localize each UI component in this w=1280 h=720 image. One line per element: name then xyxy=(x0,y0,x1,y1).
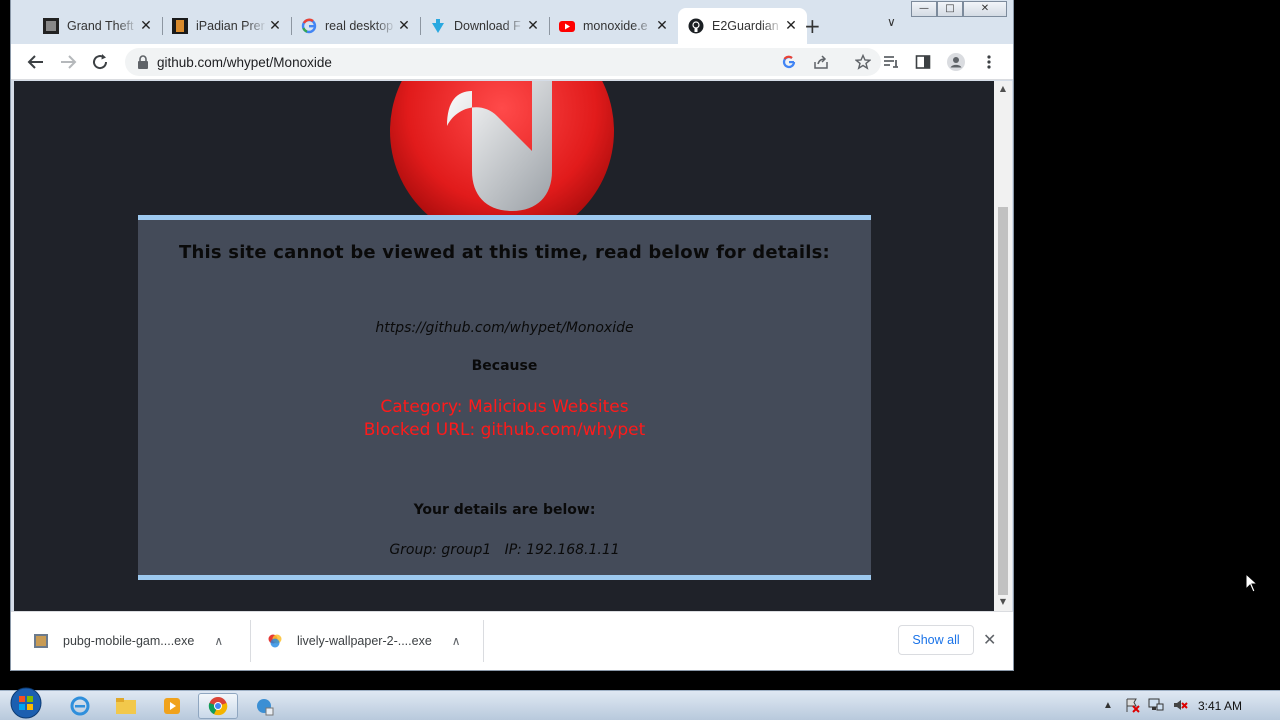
lock-icon[interactable] xyxy=(137,55,149,74)
url-text[interactable]: github.com/whypet/Monoxide xyxy=(157,55,332,70)
show-hidden-icons-icon[interactable]: ▲ xyxy=(1100,697,1116,713)
tab-ipadian[interactable]: iPadian Prer ✕ xyxy=(162,8,291,44)
maximize-button[interactable]: □ xyxy=(937,1,963,17)
block-category: Category: Malicious Websites xyxy=(380,397,629,417)
tab-title: Grand Theft xyxy=(67,19,134,33)
vertical-scrollbar[interactable]: ▲ ▼ xyxy=(994,81,1012,611)
start-button[interactable] xyxy=(4,687,48,719)
forward-button[interactable] xyxy=(56,50,80,74)
download-divider xyxy=(250,620,251,662)
tab-close-icon[interactable]: ✕ xyxy=(267,18,283,34)
bookmark-star-icon[interactable] xyxy=(851,50,875,74)
youtube-favicon-icon xyxy=(559,18,575,34)
download-item-lively[interactable]: lively-wallpaper-2-....exe ∧ xyxy=(267,612,461,670)
tab-download[interactable]: Download F ✕ xyxy=(420,8,549,44)
close-window-button[interactable]: ✕ xyxy=(963,1,1007,17)
download-filename: lively-wallpaper-2-....exe xyxy=(297,634,432,648)
share-icon[interactable] xyxy=(809,50,833,74)
block-reason-url: Blocked URL: github.com/whypet xyxy=(363,420,646,440)
back-button[interactable] xyxy=(24,50,48,74)
gta-favicon-icon xyxy=(43,18,59,34)
tab-close-icon[interactable]: ✕ xyxy=(525,18,541,34)
minimize-button[interactable]: — xyxy=(911,1,937,17)
google-favicon-icon xyxy=(301,18,317,34)
lively-file-icon xyxy=(267,633,283,649)
download-divider xyxy=(483,620,484,662)
details-heading: Your details are below: xyxy=(413,502,596,518)
tab-close-icon[interactable]: ✕ xyxy=(783,18,799,34)
menu-kebab-icon[interactable] xyxy=(977,50,1001,74)
github-favicon-icon xyxy=(688,18,704,34)
tab-close-icon[interactable]: ✕ xyxy=(654,18,670,34)
scrollbar-thumb[interactable] xyxy=(998,207,1008,595)
network-status-icon[interactable] xyxy=(1148,697,1164,713)
tab-monoxide[interactable]: monoxide.e ✕ xyxy=(549,8,678,44)
action-center-flag-icon[interactable] xyxy=(1124,697,1140,713)
tab-close-icon[interactable]: ✕ xyxy=(396,18,412,34)
page-content: This site cannot be viewed at this time,… xyxy=(14,81,994,611)
downloads-bar: pubg-mobile-gam....exe ∧ lively-wallpape… xyxy=(11,611,1013,670)
google-lens-icon[interactable] xyxy=(777,50,801,74)
close-downloads-bar-icon[interactable]: ✕ xyxy=(983,630,996,649)
tab-title: iPadian Prer xyxy=(196,19,265,33)
internet-explorer-icon[interactable] xyxy=(60,693,100,719)
show-all-downloads-button[interactable]: Show all xyxy=(898,625,974,655)
download-filename: pubg-mobile-gam....exe xyxy=(63,634,195,648)
because-label: Because xyxy=(471,358,538,374)
browser-window: — □ ✕ Grand Theft ✕ iPadian Prer ✕ real … xyxy=(10,0,1014,671)
reading-list-icon[interactable] xyxy=(879,50,903,74)
reload-button[interactable] xyxy=(88,50,112,74)
tab-title: Download F xyxy=(454,19,521,33)
tab-e2guardian[interactable]: E2Guardian ✕ xyxy=(678,8,807,44)
user-details: Group: group1 IP: 192.168.1.11 xyxy=(389,542,620,558)
chrome-taskbar-icon[interactable] xyxy=(198,693,238,719)
volume-muted-icon[interactable] xyxy=(1172,697,1188,713)
tab-title: monoxide.e xyxy=(583,19,648,33)
title-bar: — □ ✕ Grand Theft ✕ iPadian Prer ✕ real … xyxy=(11,0,1013,44)
side-panel-icon[interactable] xyxy=(911,50,935,74)
tab-search-chevron-icon[interactable]: ∨ xyxy=(887,15,896,29)
block-message-panel: This site cannot be viewed at this time,… xyxy=(138,215,871,580)
download-item-pubg[interactable]: pubg-mobile-gam....exe ∧ xyxy=(33,612,223,670)
address-bar[interactable]: github.com/whypet/Monoxide xyxy=(125,48,881,76)
desktop: — □ ✕ Grand Theft ✕ iPadian Prer ✕ real … xyxy=(0,0,1280,690)
tab-close-icon[interactable]: ✕ xyxy=(138,18,154,34)
download-favicon-icon xyxy=(430,18,446,34)
ipadian-favicon-icon xyxy=(172,18,188,34)
file-explorer-icon[interactable] xyxy=(106,693,146,719)
profile-avatar-icon[interactable] xyxy=(944,50,968,74)
tab-title: E2Guardian xyxy=(712,19,779,33)
window-controls: — □ ✕ xyxy=(911,1,1007,17)
taskbar-clock[interactable]: 3:41 AM xyxy=(1198,699,1242,713)
chevron-up-icon[interactable]: ∧ xyxy=(452,634,461,648)
new-tab-button[interactable]: + xyxy=(804,16,821,36)
tab-strip: Grand Theft ✕ iPadian Prer ✕ real deskto… xyxy=(33,8,807,44)
chevron-up-icon[interactable]: ∧ xyxy=(214,634,223,648)
network-app-icon[interactable] xyxy=(244,693,284,719)
scroll-down-arrow-icon[interactable]: ▼ xyxy=(994,597,1012,606)
taskbar: ▲ 3:41 AM xyxy=(0,687,1280,720)
tab-real-desktop[interactable]: real desktop ✕ xyxy=(291,8,420,44)
media-player-icon[interactable] xyxy=(152,693,192,719)
blocked-url: https://github.com/whypet/Monoxide xyxy=(375,320,634,336)
mouse-cursor-icon xyxy=(1245,572,1259,598)
tab-title: real desktop xyxy=(325,19,394,33)
pubg-file-icon xyxy=(33,633,49,649)
block-title: This site cannot be viewed at this time,… xyxy=(179,242,830,263)
browser-toolbar: github.com/whypet/Monoxide xyxy=(11,44,1013,80)
tab-grand-theft[interactable]: Grand Theft ✕ xyxy=(33,8,162,44)
scroll-up-arrow-icon[interactable]: ▲ xyxy=(994,84,1012,93)
